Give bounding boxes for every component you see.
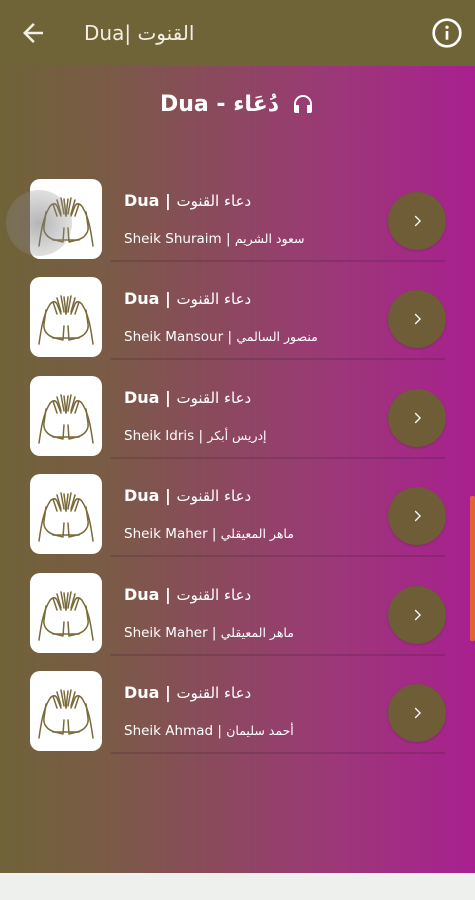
item-title-latin: Dua | <box>124 289 177 309</box>
list-item[interactable]: Dua | دعاء القنوت Sheik Maher | ماهر الم… <box>0 572 475 670</box>
headphones-icon <box>291 92 315 116</box>
item-title-latin: Dua | <box>124 584 177 604</box>
item-title: Dua | دعاء القنوت <box>124 683 251 703</box>
list-item[interactable]: Dua | دعاء القنوت Sheik Shuraim | سعود ا… <box>0 178 475 276</box>
divider <box>110 456 445 459</box>
list-item[interactable]: Dua | دعاء القنوت Sheik Ahmad | أحمد سلي… <box>0 670 475 768</box>
top-app-bar: Dua| القنوت <box>0 0 475 66</box>
item-reciter-arabic: سعود الشريم <box>234 231 305 246</box>
item-reciter-arabic: أحمد سليمان <box>226 722 294 738</box>
item-title-arabic: دعاء القنوت <box>176 388 252 407</box>
open-button[interactable] <box>388 388 446 447</box>
info-button[interactable] <box>429 15 465 51</box>
divider <box>110 751 445 754</box>
item-title-latin: Dua | <box>124 387 177 407</box>
item-title-arabic: دعاء القنوت <box>176 585 252 604</box>
back-button[interactable] <box>14 14 52 52</box>
divider <box>110 260 445 262</box>
item-title-latin: Dua | <box>124 682 177 702</box>
item-reciter-latin: Sheik Ahmad | <box>124 722 227 739</box>
item-reciter: Sheik Shuraim | سعود الشريم <box>124 230 304 248</box>
thumbnail <box>30 572 102 653</box>
item-title: Dua | دعاء القنوت <box>124 585 251 605</box>
divider <box>110 653 445 656</box>
item-reciter-latin: Sheik Maher | <box>124 526 221 543</box>
item-reciter-arabic: منصور السالمي <box>236 329 318 345</box>
item-reciter: Sheik Maher | ماهر المعيقلي <box>124 525 294 543</box>
info-circle-icon <box>432 18 462 48</box>
item-reciter-latin: Sheik Idris | <box>124 427 208 444</box>
item-reciter: Sheik Ahmad | أحمد سليمان <box>124 722 294 740</box>
section-title: Dua - دُعَاء <box>159 91 280 117</box>
arrow-left-icon <box>23 23 43 43</box>
item-reciter-arabic: ماهر المعيقلي <box>220 526 294 542</box>
thumbnail <box>30 277 102 358</box>
dua-list: Dua | دعاء القنوت Sheik Shuraim | سعود ا… <box>0 178 475 768</box>
praying-hands-icon <box>38 197 94 247</box>
item-title-latin: Dua | <box>124 486 177 506</box>
bottom-bar <box>0 873 475 900</box>
chevron-right-icon <box>414 412 421 424</box>
thumbnail <box>30 179 102 259</box>
chevron-right-icon <box>414 510 421 522</box>
item-title: Dua | دعاء القنوت <box>124 289 251 309</box>
item-reciter-latin: Sheik Maher | <box>124 624 221 641</box>
item-reciter-latin: Sheik Mansour | <box>124 329 237 346</box>
thumbnail <box>30 670 102 751</box>
item-title-arabic: دعاء القنوت <box>176 683 252 702</box>
chevron-right-icon <box>414 609 421 620</box>
divider <box>110 555 445 558</box>
item-reciter-arabic: ماهر المعيقلي <box>220 624 294 640</box>
divider <box>110 358 445 361</box>
item-reciter-latin: Sheik Shuraim | <box>124 231 235 247</box>
praying-hands-icon <box>38 295 94 346</box>
item-title: Dua | دعاء القنوت <box>124 388 251 408</box>
praying-hands-icon <box>38 590 94 641</box>
chevron-right-icon <box>414 215 421 227</box>
item-title-arabic: دعاء القنوت <box>176 192 252 210</box>
scrollbar[interactable] <box>470 496 475 641</box>
praying-hands-icon <box>38 689 94 739</box>
item-reciter: Sheik Mansour | منصور السالمي <box>124 328 318 346</box>
list-item[interactable]: Dua | دعاء القنوت Sheik Maher | ماهر الم… <box>0 473 475 571</box>
item-reciter-arabic: إدريس أبكر <box>207 427 267 443</box>
item-title: Dua | دعاء القنوت <box>124 486 251 506</box>
thumbnail <box>30 474 102 555</box>
item-reciter: Sheik Idris | إدريس أبكر <box>124 427 267 445</box>
open-button[interactable] <box>388 192 446 250</box>
item-title: Dua | دعاء القنوت <box>124 191 251 211</box>
page-title: Dua| القنوت <box>84 21 195 45</box>
open-button[interactable] <box>388 290 446 349</box>
content-area: Dua - دُعَاء Dua | دعاء القنوت Sheik Shu… <box>0 66 475 873</box>
praying-hands-icon <box>38 394 94 444</box>
open-button[interactable] <box>388 585 446 644</box>
thumbnail <box>30 375 102 456</box>
praying-hands-icon <box>38 492 94 542</box>
open-button[interactable] <box>388 683 446 742</box>
list-item[interactable]: Dua | دعاء القنوت Sheik Idris | إدريس أب… <box>0 375 475 473</box>
list-item[interactable]: Dua | دعاء القنوت Sheik Mansour | منصور … <box>0 276 475 374</box>
item-title-arabic: دعاء القنوت <box>176 290 252 309</box>
chevron-right-icon <box>414 707 421 719</box>
open-button[interactable] <box>388 487 446 546</box>
section-header: Dua - دُعَاء <box>0 88 475 120</box>
item-title-arabic: دعاء القنوت <box>176 487 252 506</box>
item-title-latin: Dua | <box>124 191 177 210</box>
chevron-right-icon <box>414 314 421 325</box>
item-reciter: Sheik Maher | ماهر المعيقلي <box>124 624 294 642</box>
app-screen: Dua| القنوت Dua - دُعَاء Dua | دعاء القن… <box>0 0 475 873</box>
